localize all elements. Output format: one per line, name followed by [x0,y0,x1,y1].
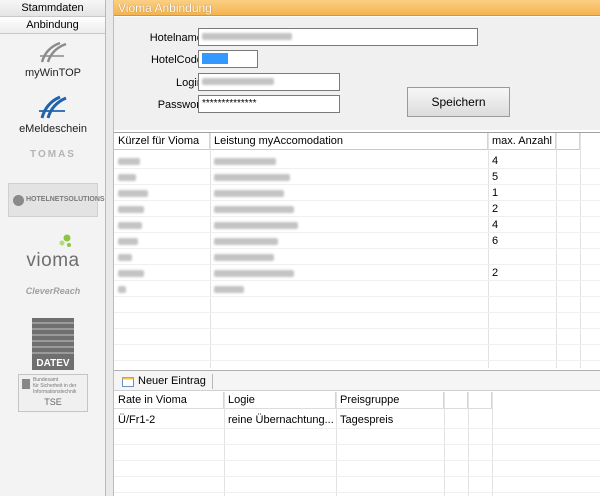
cell-leistung-redacted [214,217,298,233]
table-row[interactable]: 4 [114,217,600,233]
table-row[interactable]: 2 [114,201,600,217]
cell-kuerzel-redacted [118,201,144,217]
cell-kuerzel-redacted [118,217,142,233]
rates-grid[interactable]: Rate in Vioma Logie Preisgruppe Ü/Fr1-2 r… [114,392,600,496]
cell-leistung-redacted [214,233,278,249]
hotelnetsolutions-label: HOTELNETSOLUTIONS [26,196,105,203]
cell-kuerzel-redacted [118,185,148,201]
cell-max-anzahl: 5 [492,171,499,183]
vioma-panel: Vioma Anbindung Hotelname: HotelCode: Lo… [114,0,600,496]
tse-line3: Informationstechnik [33,389,77,395]
cleverreach-logo: CleverReach [25,286,81,296]
vioma-leaf-icon [59,234,71,247]
password-label: Passwort: [157,99,206,111]
cell-max-anzahl: 4 [492,219,499,231]
column-header-empty [556,133,580,150]
module-tse[interactable]: Bundesamt für Sicherheit in der Informat… [18,374,88,412]
cell-leistung-redacted [214,169,290,185]
emeldeschein-logo-icon [39,95,67,119]
cell-leistung-redacted [214,265,294,281]
hotelcode-selection-redacted [202,52,228,64]
panel-title: Vioma Anbindung [118,1,212,15]
module-sidebar: Stammdaten Anbindung myWinTOP eMeldesche… [0,0,106,496]
hotelname-value-redacted [202,32,292,40]
tomas-logo: TOMAS [30,149,76,160]
login-input[interactable] [198,73,340,91]
cell-kuerzel-redacted [118,169,136,185]
module-cleverreach[interactable]: CleverReach [0,286,106,296]
table-row[interactable]: 5 [114,169,600,185]
emeldeschein-label: eMeldeschein [19,123,87,135]
datev-label: DATEV [32,358,74,370]
login-label: Login: [176,77,206,89]
new-entry-icon [122,377,134,387]
column-header-logie[interactable]: Logie [224,392,336,409]
cell-max-anzahl: 2 [492,267,499,279]
hotelcode-label: HotelCode: [150,54,206,66]
cell-preisgruppe: Tagespreis [340,414,394,426]
module-tomas[interactable]: TOMAS [0,149,106,160]
column-header-rate[interactable]: Rate in Vioma [114,392,224,409]
cell-max-anzahl: 6 [492,235,499,247]
datev-logo-icon [32,318,74,358]
cell-leistung-redacted [214,153,276,169]
column-header-leistung[interactable]: Leistung myAccomodation [210,133,488,150]
password-input[interactable]: ************** [198,95,340,113]
table-row[interactable] [114,249,600,265]
cell-leistung-redacted [214,281,244,297]
cell-kuerzel-redacted [118,249,132,265]
hotelname-label: Hotelname: [149,32,206,44]
new-entry-label: Neuer Eintrag [138,375,206,387]
vioma-logo: vioma [26,250,80,271]
save-button[interactable]: Speichern [407,87,510,117]
panel-splitter[interactable] [106,0,114,496]
hotelname-input[interactable] [198,28,478,46]
table-row[interactable]: 1 [114,185,600,201]
table-row[interactable] [114,281,600,297]
cell-logie: reine Übernachtung... [228,414,334,426]
mywintop-logo-icon [40,41,67,63]
panel-title-bar: Vioma Anbindung [114,0,600,16]
table-row[interactable]: 6 [114,233,600,249]
bundesadler-icon [22,379,30,389]
cell-kuerzel-redacted [118,233,138,249]
login-value-redacted [202,77,274,85]
table-row[interactable]: 4 [114,153,600,169]
tab-stammdaten[interactable]: Stammdaten [0,0,105,17]
cell-max-anzahl: 4 [492,155,499,167]
services-grid[interactable]: Kürzel für Vioma Leistung myAccomodation… [114,132,600,368]
column-header-max-anzahl[interactable]: max. Anzahl [488,133,556,150]
table-row[interactable]: 2 [114,265,600,281]
cell-leistung-redacted [214,201,294,217]
tse-label: TSE [44,397,62,407]
module-emeldeschein[interactable]: eMeldeschein [0,94,106,135]
cell-leistung-redacted [214,185,284,201]
cell-rate: Ü/Fr1-2 [118,414,156,426]
cell-max-anzahl: 2 [492,203,499,215]
tab-anbindung[interactable]: Anbindung [0,17,105,34]
table-row[interactable]: Ü/Fr1-2 reine Übernachtung... Tagespreis [114,412,600,428]
hotelcode-input[interactable] [198,50,258,68]
mywintop-label: myWinTOP [24,67,82,79]
cell-kuerzel-redacted [118,281,126,297]
module-datev[interactable]: DATEV [0,318,106,370]
hotelnetsolutions-logo-icon [13,195,24,206]
module-mywintop[interactable]: myWinTOP [0,40,106,79]
new-entry-button[interactable]: Neuer Eintrag [122,374,213,389]
cell-kuerzel-redacted [118,265,144,281]
module-hotelnetsolutions[interactable]: HOTELNETSOLUTIONS [8,183,105,217]
column-header-kuerzel[interactable]: Kürzel für Vioma [114,133,210,150]
cell-leistung-redacted [214,249,274,265]
rates-toolbar: Neuer Eintrag [114,370,600,391]
column-header-preisgruppe[interactable]: Preisgruppe [336,392,444,409]
cell-max-anzahl: 1 [492,187,499,199]
module-vioma[interactable]: vioma [0,234,106,271]
cell-kuerzel-redacted [118,153,140,169]
connection-form: Hotelname: HotelCode: Login: Passwort: *… [114,17,600,130]
